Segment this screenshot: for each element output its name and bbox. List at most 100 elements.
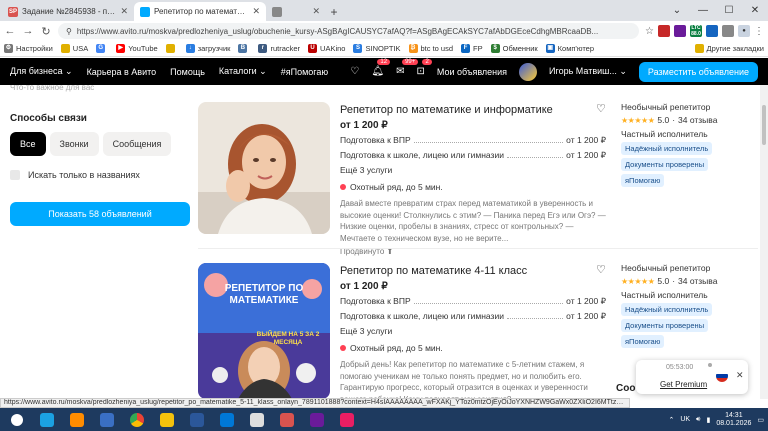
tab-task[interactable]: SP Задание №2845938 - просмотр з ✕ bbox=[2, 2, 134, 21]
extension-blue-icon[interactable] bbox=[706, 25, 718, 37]
taskbar-app[interactable] bbox=[184, 410, 210, 429]
contact-option-all[interactable]: Все bbox=[10, 132, 46, 156]
bookmark-item[interactable]: ▶ YouTube bbox=[116, 44, 158, 53]
tab-other[interactable]: ✕ bbox=[266, 2, 326, 21]
title-only-checkbox[interactable]: Искать только в названиях bbox=[10, 170, 190, 180]
contact-option-calls[interactable]: Звонки bbox=[49, 132, 99, 156]
taskbar-app[interactable] bbox=[334, 410, 360, 429]
volume-icon[interactable]: 🔊︎ bbox=[696, 416, 700, 424]
add-to-favorites-heart-icon[interactable]: ♡ bbox=[596, 102, 606, 115]
address-bar[interactable]: ⚲ https://www.avito.ru/moskva/predlozhen… bbox=[58, 23, 640, 39]
browser-menu-icon[interactable]: ⋮ bbox=[754, 26, 764, 37]
profile-avatar-icon[interactable]: ● bbox=[738, 25, 750, 37]
checkbox-box[interactable] bbox=[10, 170, 20, 180]
scrollbar-thumb[interactable] bbox=[762, 105, 766, 145]
extensions-puzzle-icon[interactable] bbox=[722, 25, 734, 37]
bookmark-item[interactable]: ▣ Комп'ютер bbox=[545, 44, 594, 53]
metro-line-icon bbox=[340, 184, 346, 190]
cart-icon[interactable]: ⊡ 2 bbox=[416, 59, 432, 77]
taskbar-app[interactable] bbox=[244, 410, 270, 429]
seller-name[interactable]: Необычный репетитор bbox=[621, 102, 761, 112]
bookmark-item[interactable]: F FP bbox=[461, 44, 483, 53]
taskbar-app[interactable] bbox=[94, 410, 120, 429]
maximize-icon[interactable]: ☐ bbox=[716, 0, 742, 21]
tab-avito[interactable]: Репетитор по математике у метр ✕ bbox=[134, 2, 266, 21]
ltc-price-extension-icon[interactable]: LTC 88.0 bbox=[690, 25, 702, 37]
get-premium-link[interactable]: Get Premium bbox=[660, 380, 707, 389]
tab-search-icon[interactable]: ⌄ bbox=[664, 0, 690, 21]
user-menu[interactable]: Игорь Матвиш... ⌄ bbox=[549, 66, 627, 77]
close-tab-icon[interactable]: ✕ bbox=[252, 6, 260, 17]
my-listings-link[interactable]: Мои объявления bbox=[437, 67, 507, 77]
seller-name[interactable]: Необычный репетитор bbox=[621, 263, 761, 273]
bookmark-item[interactable] bbox=[165, 44, 178, 53]
close-widget-icon[interactable]: ✕ bbox=[736, 370, 744, 381]
taskbar-app[interactable] bbox=[34, 410, 60, 429]
bookmark-item[interactable]: B bbox=[238, 44, 250, 53]
nav-help[interactable]: Помощь bbox=[170, 67, 205, 77]
listing-photo[interactable]: РЕПЕТИТОР ПО МАТЕМАТИКЕ ВЫЙДЕМ НА 5 ЗА 2… bbox=[198, 263, 330, 399]
add-to-favorites-heart-icon[interactable]: ♡ bbox=[596, 263, 606, 276]
taskbar-app[interactable] bbox=[274, 410, 300, 429]
more-services-link[interactable]: Ещё 3 услуги bbox=[340, 326, 606, 336]
notifications-icon[interactable]: ▭ bbox=[757, 416, 764, 424]
nav-catalogs[interactable]: Каталоги ⌄ bbox=[219, 66, 267, 77]
taskbar-app[interactable] bbox=[64, 410, 90, 429]
bookmark-item[interactable]: USA bbox=[60, 44, 88, 53]
photo-headline: РЕПЕТИТОР ПО МАТЕМАТИКЕ bbox=[224, 283, 304, 306]
taskbar-app[interactable] bbox=[304, 410, 330, 429]
listing-title[interactable]: Репетитор по математике и информатике bbox=[340, 104, 606, 116]
favorites-heart-icon[interactable]: ♡ bbox=[350, 66, 359, 77]
bookmark-item[interactable]: U UAKino bbox=[308, 44, 345, 53]
listing-price: от 1 200 ₽ bbox=[340, 120, 388, 131]
contact-option-messages[interactable]: Сообщения bbox=[102, 132, 172, 156]
more-services-link[interactable]: Ещё 3 услуги bbox=[340, 165, 606, 175]
bookmark-item[interactable]: $ Обменник bbox=[490, 44, 538, 53]
faded-field-placeholder: Что-то важное для вас bbox=[10, 85, 95, 92]
close-tab-icon[interactable]: ✕ bbox=[120, 6, 128, 17]
clock[interactable]: 14:31 08.01.2026 bbox=[716, 412, 751, 428]
new-tab-icon[interactable]: + bbox=[326, 2, 342, 21]
page-scrollbar[interactable] bbox=[760, 85, 768, 399]
russia-flag-icon[interactable] bbox=[716, 370, 728, 382]
tray-up-arrow-icon[interactable]: ⌃ bbox=[668, 416, 674, 424]
site-info-icon[interactable]: ⚲ bbox=[66, 27, 72, 36]
extension-purple-icon[interactable] bbox=[674, 25, 686, 37]
exchange-icon: $ bbox=[490, 44, 500, 53]
back-icon[interactable]: ← bbox=[4, 25, 16, 37]
taskbar-app[interactable] bbox=[154, 410, 180, 429]
close-window-icon[interactable]: ✕ bbox=[742, 0, 768, 21]
forward-icon[interactable]: → bbox=[22, 25, 34, 37]
show-results-button[interactable]: Показать 58 объявлений bbox=[10, 202, 190, 226]
minimize-icon[interactable]: — bbox=[690, 0, 716, 21]
bookmark-star-icon[interactable]: ☆ bbox=[645, 26, 654, 37]
notifications-bell-icon[interactable]: 🔔︎ 12 bbox=[371, 59, 391, 77]
rating-stars-icon: ★★★★★ bbox=[621, 115, 655, 125]
start-button[interactable] bbox=[4, 410, 30, 429]
listing-title[interactable]: Репетитор по математике 4-11 класс bbox=[340, 265, 606, 277]
bookmark-item[interactable]: ⚙ Настройки bbox=[4, 44, 53, 53]
other-bookmarks[interactable]: Другие закладки bbox=[694, 44, 764, 53]
network-icon[interactable]: ▮ bbox=[706, 416, 710, 424]
keyboard-language[interactable]: UK bbox=[680, 416, 690, 423]
nav-for-business[interactable]: Для бизнеса ⌄ bbox=[10, 66, 73, 77]
listing-photo[interactable] bbox=[198, 102, 330, 234]
windows-taskbar: ⌃ UK 🔊︎ ▮ 14:31 08.01.2026 ▭ bbox=[0, 408, 768, 431]
premium-widget[interactable]: 05:53:00 Get Premium ✕ bbox=[636, 360, 748, 394]
bookmark-item[interactable]: ↓ загрузчик bbox=[185, 44, 230, 53]
post-listing-button[interactable]: Разместить объявление bbox=[638, 61, 758, 82]
close-tab-icon[interactable]: ✕ bbox=[312, 6, 320, 17]
nav-career[interactable]: Карьера в Авито bbox=[87, 67, 157, 77]
user-avatar[interactable] bbox=[519, 62, 538, 81]
partial-heading: Соо bbox=[616, 383, 636, 394]
nav-i-help[interactable]: #яПомогаю bbox=[281, 67, 328, 77]
reload-icon[interactable]: ↻ bbox=[40, 25, 52, 38]
bookmark-item[interactable]: r rutracker bbox=[258, 44, 300, 53]
bookmark-item[interactable]: S SINOPTIK bbox=[353, 44, 401, 53]
taskbar-app[interactable] bbox=[214, 410, 240, 429]
bookmark-item[interactable]: G bbox=[96, 44, 108, 53]
bookmark-item[interactable]: ₿ btc to usd bbox=[408, 44, 453, 53]
taskbar-chrome[interactable] bbox=[124, 410, 150, 429]
messages-icon[interactable]: ✉ 99+ bbox=[396, 59, 419, 77]
extension-red-icon[interactable] bbox=[658, 25, 670, 37]
